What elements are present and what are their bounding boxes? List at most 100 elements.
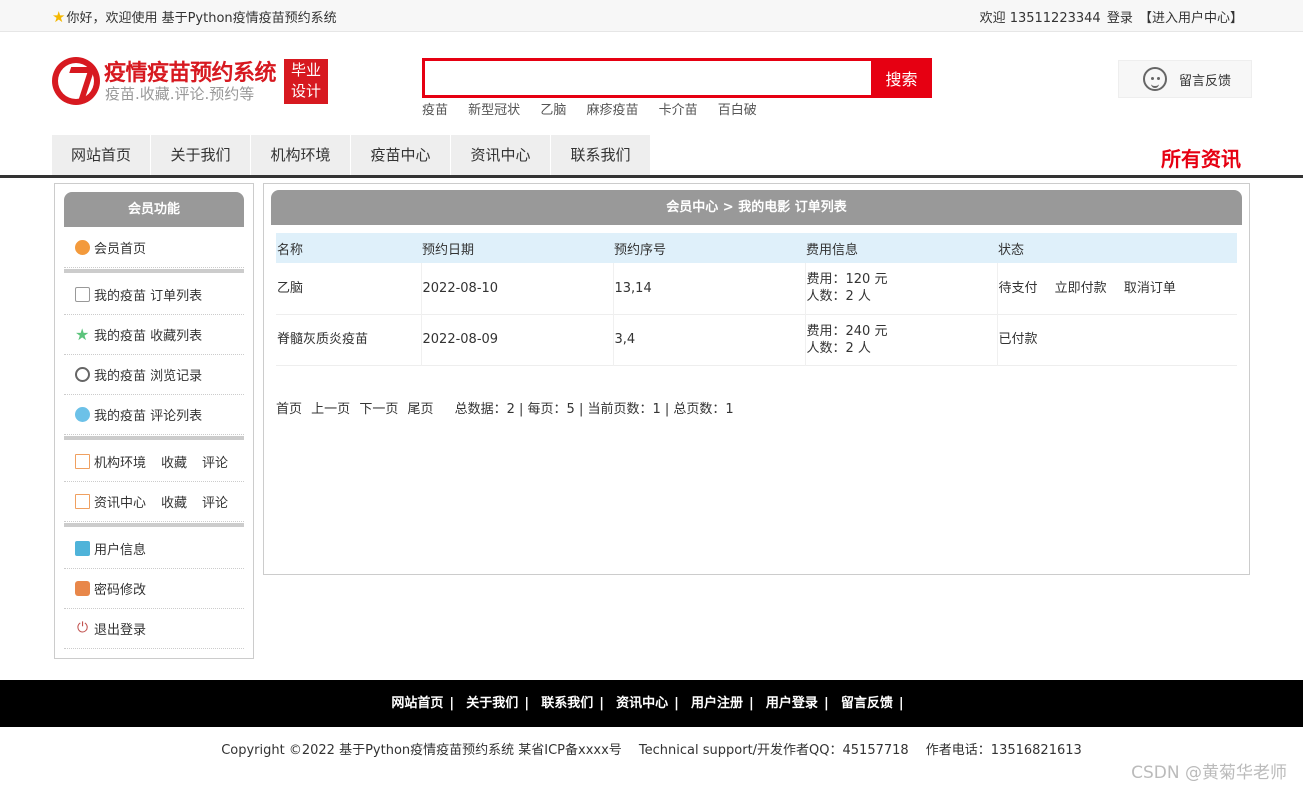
hotword-link[interactable]: 卡介苗 [659, 103, 698, 118]
sidebar-item-favorites[interactable]: ★ 我的疫苗 收藏列表 [64, 315, 244, 355]
sidebar-item-logout[interactable]: ⏻ 退出登录 [64, 609, 244, 649]
appointment-date: 2022-08-10 [421, 263, 614, 314]
badge-line-2: 设计 [290, 82, 321, 100]
appointment-date: 2022-08-09 [421, 314, 614, 365]
nav-item-home[interactable]: 网站首页 [52, 135, 151, 175]
footer-divider: | [449, 696, 455, 711]
hotword-link[interactable]: 百白破 [718, 103, 757, 118]
logo-mark-icon [52, 57, 100, 105]
sidebar-item-label: 我的疫苗 浏览记录 [94, 369, 203, 384]
sidebar-item-label: 用户信息 [94, 543, 147, 558]
order-table: 名称 预约日期 预约序号 费用信息 状态 乙脑 2022-08-10 13,14… [276, 233, 1237, 366]
status-badge: 已付款 [998, 332, 1038, 347]
sidebar-separator [64, 523, 244, 527]
member-sidebar: 会员功能 会员首页 我的疫苗 订单列表 ★ 我的疫苗 收藏列表 我的疫苗 浏览记… [54, 183, 254, 659]
hotword-link[interactable]: 新型冠状 [468, 103, 520, 118]
hotword-link[interactable]: 麻疹疫苗 [586, 103, 638, 118]
appointment-seq: 13,14 [613, 263, 806, 314]
order-status-cell: 已付款 [997, 314, 1237, 365]
fee-amount: 费用：120 元 [806, 272, 888, 288]
star-icon: ★ [75, 325, 90, 344]
footer-link-login[interactable]: 用户登录 [766, 696, 818, 711]
people-count: 人数：2 人 [806, 289, 871, 305]
table-row: 乙脑 2022-08-10 13,14 费用：120 元 人数：2 人 待支付 … [276, 263, 1237, 314]
fee-info: 费用：240 元 人数：2 人 [805, 314, 998, 365]
sidebar-item-label: 会员首页 [94, 242, 147, 257]
footer-link-contact[interactable]: 联系我们 [541, 696, 593, 711]
next-page-link[interactable]: 下一页 [359, 402, 398, 417]
sidebar-item-label: 密码修改 [94, 583, 147, 598]
search-button[interactable]: 搜索 [871, 58, 932, 98]
feedback-label: 留言反馈 [1179, 73, 1232, 89]
sidebar-item-label: 我的疫苗 评论列表 [94, 409, 203, 424]
hotword-link[interactable]: 乙脑 [540, 103, 566, 118]
footer-link-about[interactable]: 关于我们 [466, 696, 518, 711]
sidebar-item-orders[interactable]: 我的疫苗 订单列表 [64, 275, 244, 315]
sidebar-separator [64, 269, 244, 273]
nav-item-news[interactable]: 资讯中心 [451, 135, 551, 175]
all-news-link[interactable]: 所有资讯 [1161, 143, 1241, 172]
nav-item-environment[interactable]: 机构环境 [251, 135, 351, 175]
sidebar-item-home[interactable]: 会员首页 [64, 228, 244, 268]
footer-divider: | [823, 696, 829, 711]
comment-icon [75, 407, 90, 422]
nav-divider [0, 175, 1303, 178]
welcome-message: ★ 你好，欢迎使用 基于Python疫情疫苗预约系统 [52, 7, 337, 27]
sidebar-item-history[interactable]: 我的疫苗 浏览记录 [64, 355, 244, 395]
column-header: 名称 [277, 242, 304, 258]
footer-link-news[interactable]: 资讯中心 [616, 696, 668, 711]
vaccine-name: 乙脑 [276, 263, 422, 314]
last-page-link[interactable]: 尾页 [407, 402, 433, 417]
sidebar-item-user-info[interactable]: 用户信息 [64, 529, 244, 569]
user-center-link[interactable]: 【进入用户中心】 [1139, 11, 1243, 26]
graduation-badge: 毕业 设计 [284, 59, 328, 104]
status-badge: 待支付 [998, 280, 1038, 296]
login-link[interactable]: 登录 [1107, 11, 1133, 26]
home-icon [75, 240, 90, 255]
footer-link-home[interactable]: 网站首页 [391, 696, 443, 711]
sidebar-env-link[interactable]: 机构环境 [94, 452, 146, 471]
document-icon [75, 454, 90, 469]
main-nav: 网站首页 关于我们 机构环境 疫苗中心 资讯中心 联系我们 [52, 135, 651, 175]
footer-divider: | [599, 696, 604, 711]
first-page-link[interactable]: 首页 [276, 402, 302, 417]
search-bar: 搜索 [422, 58, 932, 98]
search-input[interactable] [422, 58, 871, 98]
sidebar-news-comment-link[interactable]: 评论 [202, 492, 228, 511]
nav-item-about[interactable]: 关于我们 [151, 135, 251, 175]
column-header: 预约序号 [614, 242, 667, 258]
sidebar-news-fav-link[interactable]: 收藏 [161, 492, 187, 511]
nav-item-vaccines[interactable]: 疫苗中心 [351, 135, 451, 175]
sidebar-env-comment-link[interactable]: 评论 [202, 452, 228, 471]
footer-link-feedback[interactable]: 留言反馈 [841, 696, 893, 711]
pay-now-link[interactable]: 立即付款 [1055, 281, 1107, 296]
sidebar-item-password[interactable]: 密码修改 [64, 569, 244, 609]
sidebar-title: 会员功能 [64, 192, 244, 227]
hot-keywords: 疫苗 新型冠状 乙脑 麻疹疫苗 卡介苗 百白破 [422, 99, 773, 118]
user-links: 欢迎 13511223344 登录 【进入用户中心】 [978, 7, 1243, 26]
nav-item-contact[interactable]: 联系我们 [551, 135, 651, 175]
footer-divider: | [898, 696, 904, 711]
logo-subtitle: 疫苗.收藏.评论.预约等 [105, 85, 255, 103]
column-header: 状态 [998, 242, 1025, 258]
star-icon: ★ [52, 7, 66, 26]
badge-line-1: 毕业 [290, 61, 321, 79]
user-greeting: 欢迎 13511223344 [979, 11, 1101, 26]
table-row: 脊髓灰质炎疫苗 2022-08-09 3,4 费用：240 元 人数：2 人 已… [276, 314, 1237, 365]
watermark: CSDN @黄菊华老师 [1131, 763, 1287, 783]
footer-divider: | [674, 696, 679, 711]
sidebar-item-label: 我的疫苗 收藏列表 [94, 329, 203, 344]
sidebar-env-fav-link[interactable]: 收藏 [161, 452, 187, 471]
hotword-link[interactable]: 疫苗 [422, 103, 448, 118]
sidebar-item-news: 资讯中心 收藏 评论 [64, 482, 244, 522]
prev-page-link[interactable]: 上一页 [311, 402, 350, 417]
feedback-button[interactable]: 留言反馈 [1118, 60, 1252, 98]
fee-amount: 费用：240 元 [806, 323, 888, 339]
customer-service-icon [1143, 67, 1167, 91]
sidebar-item-comments[interactable]: 我的疫苗 评论列表 [64, 395, 244, 435]
footer-link-register[interactable]: 用户注册 [691, 696, 743, 711]
sidebar-news-link[interactable]: 资讯中心 [94, 492, 146, 511]
sidebar-item-label: 退出登录 [94, 623, 147, 638]
cancel-order-link[interactable]: 取消订单 [1124, 281, 1176, 296]
sidebar-item-environment: 机构环境 收藏 评论 [64, 442, 244, 482]
